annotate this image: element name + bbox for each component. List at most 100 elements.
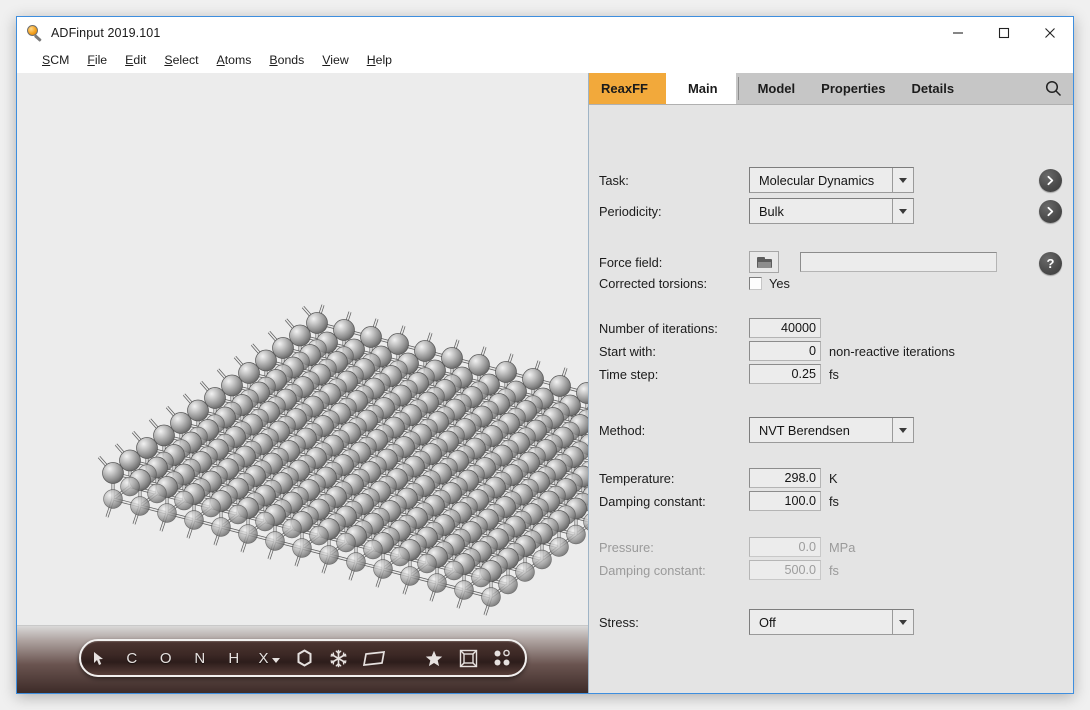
minimize-button[interactable] <box>935 17 981 48</box>
menu-edit-label: dit <box>133 53 147 67</box>
menu-bar: SCM File Edit Select Atoms Bonds View He… <box>17 48 1073 72</box>
row-periodicity: Periodicity: Bulk <box>599 198 914 224</box>
pressure-input: 0.0 <box>749 537 821 557</box>
tab-divider <box>737 77 739 100</box>
start-with-input[interactable]: 0 <box>749 341 821 361</box>
search-icon[interactable] <box>1033 73 1073 104</box>
atom-button-o[interactable]: O <box>149 641 183 675</box>
chevron-down-icon <box>899 619 907 625</box>
method-dropdown[interactable]: NVT Berendsen <box>749 417 914 443</box>
atom-toolbar: C O N H X <box>79 639 527 677</box>
select-cursor-icon[interactable] <box>81 641 115 675</box>
atom-button-c[interactable]: C <box>115 641 149 675</box>
atom-button-n[interactable]: N <box>183 641 217 675</box>
row-temperature: Temperature: 298.0 K <box>599 468 838 488</box>
tab-details[interactable]: Details <box>898 73 967 104</box>
menu-scm-accel: S <box>42 53 51 67</box>
four-dots-icon[interactable] <box>485 641 519 675</box>
menu-help-label: elp <box>375 53 393 67</box>
star-icon[interactable] <box>417 641 451 675</box>
menu-help[interactable]: Help <box>358 51 401 69</box>
tab-module-reaxff[interactable]: ReaxFF <box>589 73 681 105</box>
row-corrected-torsions: Corrected torsions: Yes <box>599 276 790 291</box>
menu-view-label: iew <box>330 53 349 67</box>
title-bar: ADFinput 2019.101 <box>17 17 1073 48</box>
snowflake-icon[interactable] <box>321 641 355 675</box>
application-window: ADFinput 2019.101 SCM File Edit Select A… <box>16 16 1074 694</box>
damping-constant-temperature-input[interactable]: 100.0 <box>749 491 821 511</box>
force-field-input[interactable] <box>800 252 997 272</box>
temperature-unit: K <box>829 470 838 486</box>
temperature-label: Temperature: <box>599 470 675 486</box>
maximize-button[interactable] <box>981 17 1027 48</box>
periodicity-dropdown[interactable]: Bulk <box>749 198 914 224</box>
method-dropdown-arrow[interactable] <box>892 418 913 442</box>
main-content: C O N H X ReaxFF Main Model Properties D… <box>17 72 1073 693</box>
row-damping-constant-pressure: Damping constant: 500.0 fs <box>599 560 839 580</box>
molecule-viewport[interactable]: C O N H X <box>17 73 589 693</box>
start-with-suffix: non-reactive iterations <box>829 343 955 359</box>
corrected-torsions-checkbox-label: Yes <box>769 276 790 291</box>
atom-button-x-dropdown[interactable]: X <box>251 641 287 675</box>
folder-icon <box>756 256 772 268</box>
periodicity-detail-button[interactable] <box>1039 200 1062 223</box>
menu-select-accel: S <box>164 53 173 67</box>
close-button[interactable] <box>1027 17 1073 48</box>
menu-atoms[interactable]: Atoms <box>208 51 261 69</box>
task-dropdown[interactable]: Molecular Dynamics <box>749 167 914 193</box>
tab-model[interactable]: Model <box>745 73 809 104</box>
window-controls <box>935 17 1073 48</box>
periodicity-dropdown-arrow[interactable] <box>892 199 913 223</box>
atom-button-h[interactable]: H <box>217 641 251 675</box>
force-field-help-button[interactable]: ? <box>1039 252 1062 275</box>
time-step-label: Time step: <box>599 366 659 382</box>
menu-view[interactable]: View <box>313 51 357 69</box>
row-damping-constant-temperature: Damping constant: 100.0 fs <box>599 491 839 511</box>
periodicity-value: Bulk <box>759 203 784 219</box>
row-method: Method: NVT Berendsen <box>599 417 914 443</box>
viewport-bottom-strip: C O N H X <box>17 625 588 693</box>
tab-main[interactable]: Main <box>665 73 736 104</box>
menu-bonds-accel: B <box>269 53 278 67</box>
menu-scm[interactable]: SCM <box>33 51 78 69</box>
iterations-label: Number of iterations: <box>599 320 718 336</box>
task-label: Task: <box>599 172 629 188</box>
magnifier-icon <box>27 24 43 42</box>
damping-constant-pressure-label: Damping constant: <box>599 562 706 578</box>
benzene-ring-icon[interactable] <box>287 641 321 675</box>
molecule-render[interactable] <box>17 73 588 646</box>
menu-file[interactable]: File <box>78 51 116 69</box>
start-with-label: Start with: <box>599 343 656 359</box>
menu-select-label: elect <box>172 53 199 67</box>
menu-bonds[interactable]: Bonds <box>260 51 313 69</box>
force-field-browse-button[interactable] <box>749 251 779 273</box>
stress-dropdown[interactable]: Off <box>749 609 914 635</box>
chevron-down-icon <box>899 427 907 433</box>
method-value: NVT Berendsen <box>759 422 850 438</box>
task-dropdown-arrow[interactable] <box>892 168 913 192</box>
corrected-torsions-checkbox[interactable] <box>749 277 762 290</box>
menu-atoms-label: toms <box>224 53 252 67</box>
settings-form: Task: Molecular Dynamics Periodicity: Bu… <box>589 105 1073 693</box>
temperature-input[interactable]: 298.0 <box>749 468 821 488</box>
menu-atoms-accel: A <box>216 53 225 67</box>
row-pressure: Pressure: 0.0 MPa <box>599 537 855 557</box>
menu-scm-label: CM <box>50 53 70 67</box>
task-detail-button[interactable] <box>1039 169 1062 192</box>
force-field-label: Force field: <box>599 254 663 270</box>
tab-properties[interactable]: Properties <box>808 73 898 104</box>
boxed-frame-icon[interactable] <box>451 641 485 675</box>
plane-slab-icon[interactable] <box>355 641 393 675</box>
time-step-input[interactable]: 0.25 <box>749 364 821 384</box>
chevron-down-icon <box>899 208 907 214</box>
menu-edit[interactable]: Edit <box>116 51 155 69</box>
settings-panel: ReaxFF Main Model Properties Details Tas… <box>589 73 1073 693</box>
row-start-with: Start with: 0 non-reactive iterations <box>599 341 955 361</box>
menu-select[interactable]: Select <box>155 51 207 69</box>
time-step-unit: fs <box>829 366 839 382</box>
menu-file-accel: F <box>87 53 95 67</box>
stress-dropdown-arrow[interactable] <box>892 610 913 634</box>
atom-button-x-label: X <box>258 649 269 667</box>
iterations-input[interactable]: 40000 <box>749 318 821 338</box>
pressure-label: Pressure: <box>599 539 654 555</box>
